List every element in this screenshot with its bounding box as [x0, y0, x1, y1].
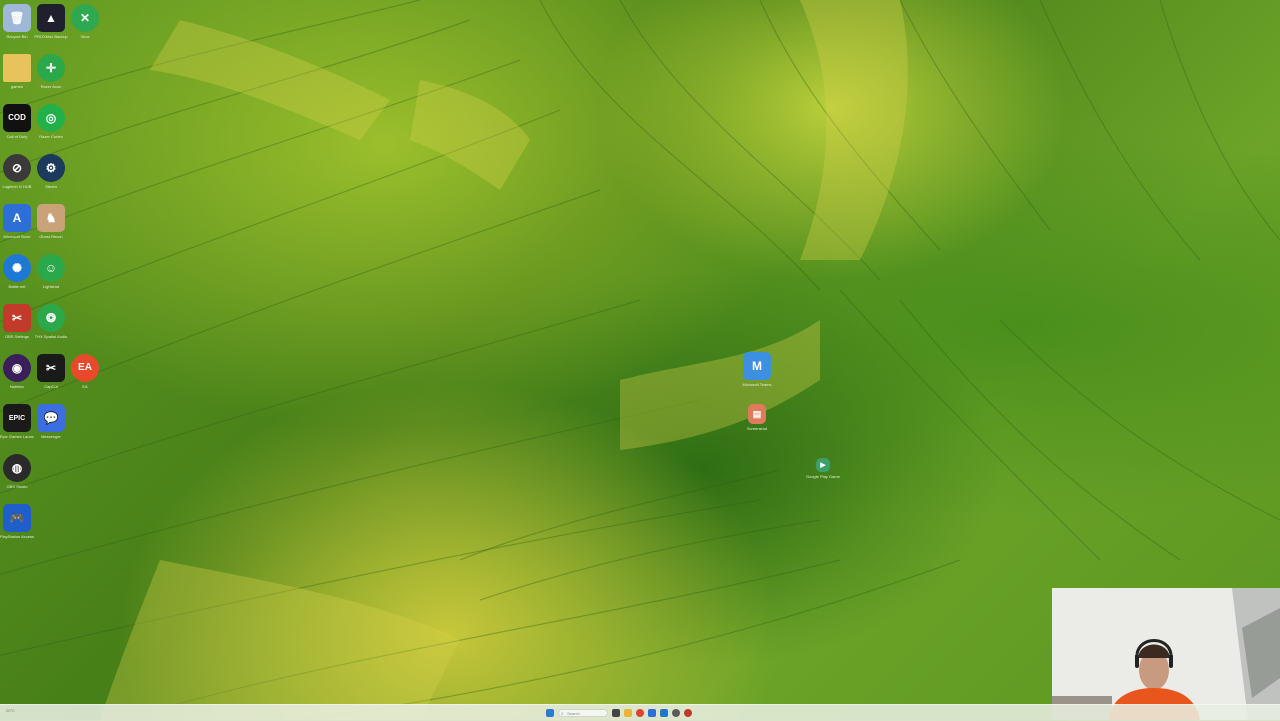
search-icon: ⌕ — [561, 711, 564, 717]
desktop-icon-call-of-duty[interactable]: COD Call of Duty — [0, 104, 34, 150]
xbox-icon: ✕ — [71, 4, 99, 32]
capcut-icon: ✂ — [37, 354, 65, 382]
triangle-app-icon: ▲ — [37, 4, 65, 32]
desktop-icon-label: PlayStation Accessories — [0, 534, 34, 539]
settings-icon[interactable] — [672, 709, 680, 717]
desktop-icon-label: OBS Studio — [6, 484, 28, 489]
obs-taskbar-icon[interactable] — [684, 709, 692, 717]
desktop-icon-logitech[interactable]: ⊘ Logitech G HUB — [0, 154, 34, 200]
desktop-icon-label: Steam — [45, 184, 57, 189]
task-view-icon[interactable] — [612, 709, 620, 717]
game-app-icon: ♞ — [37, 204, 65, 232]
desktop-icon-battle-net[interactable]: ✺ Battle.net — [0, 254, 34, 300]
desktop-icon-label: Recycle Bin — [6, 34, 28, 39]
desktop-icon-google-play[interactable]: ▶ Google Play Games beta — [806, 458, 840, 504]
thx-spatial-audio-icon: ❂ — [37, 304, 65, 332]
desktop-icon-steam[interactable]: ⚙ Steam — [34, 154, 68, 200]
chrome-icon[interactable] — [636, 709, 644, 717]
smiley-app-icon: ☺ — [37, 254, 65, 282]
playstation-icon: 🎮 — [3, 504, 31, 532]
messenger-icon: 💬 — [37, 404, 65, 432]
folder-icon — [3, 54, 31, 82]
desktop-icon-label: Epic Games Launcher — [0, 434, 34, 439]
google-play-icon: ▶ — [816, 458, 830, 472]
desktop-icon-thx[interactable]: ❂ THX Spatial Audio — [34, 304, 68, 350]
desktop-icon-label: Lightshot — [42, 284, 60, 289]
razer-cortex-icon: ◎ — [37, 104, 65, 132]
circle-logo-icon: ⊘ — [3, 154, 31, 182]
desktop-icon-nahimic[interactable]: ◉ Nahimic — [0, 354, 34, 400]
desktop-icon-label: Screenshot — [746, 426, 768, 431]
crosshair-app-icon: ✛ — [37, 54, 65, 82]
desktop-icon-label: Ghost Recon — [39, 234, 63, 239]
desktop-icon-label: EA — [82, 384, 88, 389]
store-icon[interactable] — [648, 709, 656, 717]
desktop-icon-label: Logitech G HUB — [2, 184, 32, 189]
desktop-icon-obs-settings[interactable]: ✂ OBS Settings — [0, 304, 34, 350]
desktop-icon-epic-games[interactable]: EPIC Epic Games Launcher — [0, 404, 34, 450]
taskbar-weather[interactable]: 20°C — [6, 709, 15, 713]
desktop-icon-label: CapCut — [44, 384, 58, 389]
obs-icon: ◍ — [3, 454, 31, 482]
desktop-icon-label: Battle.net — [8, 284, 26, 289]
desktop-icon-capcut[interactable]: ✂ CapCut — [34, 354, 68, 400]
desktop-icon-label: Microsoft Teams — [742, 382, 772, 387]
m-app-icon: M — [743, 352, 771, 380]
desktop-icon-razer-axon[interactable]: ✛ Razer Axon — [34, 54, 68, 100]
desktop-icon-label: Microsoft Store — [3, 234, 31, 239]
recycle-bin-icon: 🗑 — [3, 4, 31, 32]
steam-icon: ⚙ — [37, 154, 65, 182]
call-of-duty-icon: COD — [3, 104, 31, 132]
desktop-icon-store[interactable]: A Microsoft Store — [0, 204, 34, 250]
taskbar-search[interactable]: ⌕ Search — [558, 709, 608, 717]
desktop-icon-proxmox[interactable]: ▲ PROXMox Backup — [34, 4, 68, 50]
desktop-icon-teams[interactable]: M Microsoft Teams — [740, 352, 774, 398]
epic-games-icon: EPIC — [3, 404, 31, 432]
desktop-icon-screenshot[interactable]: ▤ Screenshot — [740, 404, 774, 450]
webcam-person-image — [1052, 588, 1280, 720]
purple-app-icon: ◉ — [3, 354, 31, 382]
desktop-icon-label: PROXMox Backup — [34, 34, 68, 39]
windows-start-icon[interactable] — [546, 709, 554, 717]
mail-icon[interactable] — [660, 709, 668, 717]
ea-icon: EA — [71, 354, 99, 382]
desktop-icon-label: THX Spatial Audio — [34, 334, 68, 339]
image-file-icon: ▤ — [748, 404, 766, 424]
taskbar: 20°C ⌕ Search — [0, 704, 1280, 721]
desktop-icon-label: Nahimic — [9, 384, 25, 389]
desktop-icon-ghost-recon[interactable]: ♞ Ghost Recon — [34, 204, 68, 250]
store-app-icon: A — [3, 204, 31, 232]
desktop-icon-label: Google Play Games beta — [806, 474, 840, 479]
webcam-overlay — [1052, 588, 1280, 720]
desktop-icon-lightshot[interactable]: ☺ Lightshot — [34, 254, 68, 300]
desktop-icon-label: games — [10, 84, 23, 89]
desktop-icon-label: Razer Cortex — [39, 134, 63, 139]
desktop-icon-label: OBS Settings — [4, 334, 29, 339]
desktop-icon-label: Razer Axon — [40, 84, 62, 89]
taskbar-apps: ⌕ Search — [546, 708, 692, 718]
desktop-icon-games-folder[interactable]: games — [0, 54, 34, 100]
desktop-icon-playstation[interactable]: 🎮 PlayStation Accessories — [0, 504, 34, 550]
battle-net-icon: ✺ — [3, 254, 31, 282]
tools-app-icon: ✂ — [3, 304, 31, 332]
desktop-icon-label: Messenger — [41, 434, 61, 439]
desktop-icon-label: Call of Duty — [6, 134, 28, 139]
search-placeholder: Search — [567, 711, 580, 716]
desktop-icon-messenger[interactable]: 💬 Messenger — [34, 404, 68, 450]
file-explorer-icon[interactable] — [624, 709, 632, 717]
desktop-icon-ea[interactable]: EA EA — [68, 354, 102, 400]
desktop-icon-label: Xbox — [80, 34, 90, 39]
desktop-icon-xbox[interactable]: ✕ Xbox — [68, 4, 102, 50]
desktop-icon-recycle-bin[interactable]: 🗑 Recycle Bin — [0, 4, 34, 50]
desktop-icon-obs-studio[interactable]: ◍ OBS Studio — [0, 454, 34, 500]
desktop-icon-razer-cortex[interactable]: ◎ Razer Cortex — [34, 104, 68, 150]
